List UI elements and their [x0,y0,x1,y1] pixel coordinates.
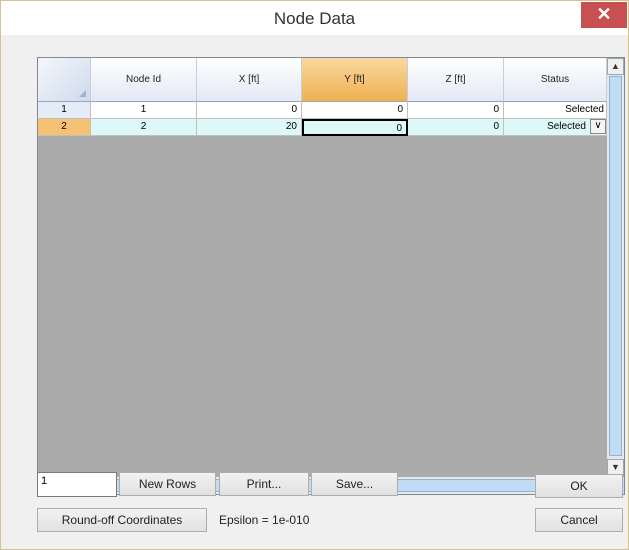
row-header-2[interactable]: 2 [38,119,91,136]
new-rows-button[interactable]: New Rows [119,472,216,496]
dialog-client-area: Node Id X [ft] Y [ft] Z [ft] Status 1 1 … [9,35,625,541]
round-off-coordinates-button[interactable]: Round-off Coordinates [37,508,207,532]
column-header-x[interactable]: X [ft] [197,58,302,102]
chevron-down-icon[interactable]: ∨ [590,119,606,134]
cell-z[interactable]: 0 [408,102,504,119]
vertical-scrollbar[interactable]: ▲ ▼ [607,58,624,476]
status-dropdown[interactable]: Selected ∨ [504,119,607,136]
ok-button[interactable]: OK [535,474,623,498]
cell-y-active[interactable]: 0 [302,119,408,136]
cell-x[interactable]: 0 [197,102,302,119]
select-all-corner[interactable] [38,58,91,102]
title-bar[interactable]: Node Data ✕ [1,1,628,35]
node-data-dialog: Node Data ✕ Node Id X [ft] Y [ft] Z [ft]… [0,0,629,550]
column-header-node-id[interactable]: Node Id [91,58,197,102]
cell-x[interactable]: 20 [197,119,302,136]
column-header-z[interactable]: Z [ft] [408,58,504,102]
cell-node-id[interactable]: 2 [91,119,197,136]
cell-status[interactable]: Selected [504,102,607,119]
cell-node-id[interactable]: 1 [91,102,197,119]
node-data-grid[interactable]: Node Id X [ft] Y [ft] Z [ft] Status 1 1 … [37,57,625,495]
new-rows-count-input[interactable]: 1 [37,472,117,497]
cancel-button[interactable]: Cancel [535,508,623,532]
cell-y[interactable]: 0 [302,102,408,119]
save-button[interactable]: Save... [311,472,398,496]
epsilon-label: Epsilon = 1e-010 [219,513,310,527]
close-button[interactable]: ✕ [581,2,627,28]
column-header-status[interactable]: Status [504,58,607,102]
dialog-title: Node Data [273,9,356,28]
scroll-up-icon[interactable]: ▲ [607,58,624,75]
row-header-1[interactable]: 1 [38,102,91,119]
close-icon: ✕ [596,4,612,24]
column-header-y[interactable]: Y [ft] [302,58,408,102]
vertical-scroll-thumb[interactable] [609,76,622,456]
print-button[interactable]: Print... [219,472,309,496]
status-dropdown-value: Selected [547,121,586,132]
cell-z[interactable]: 0 [408,119,504,136]
